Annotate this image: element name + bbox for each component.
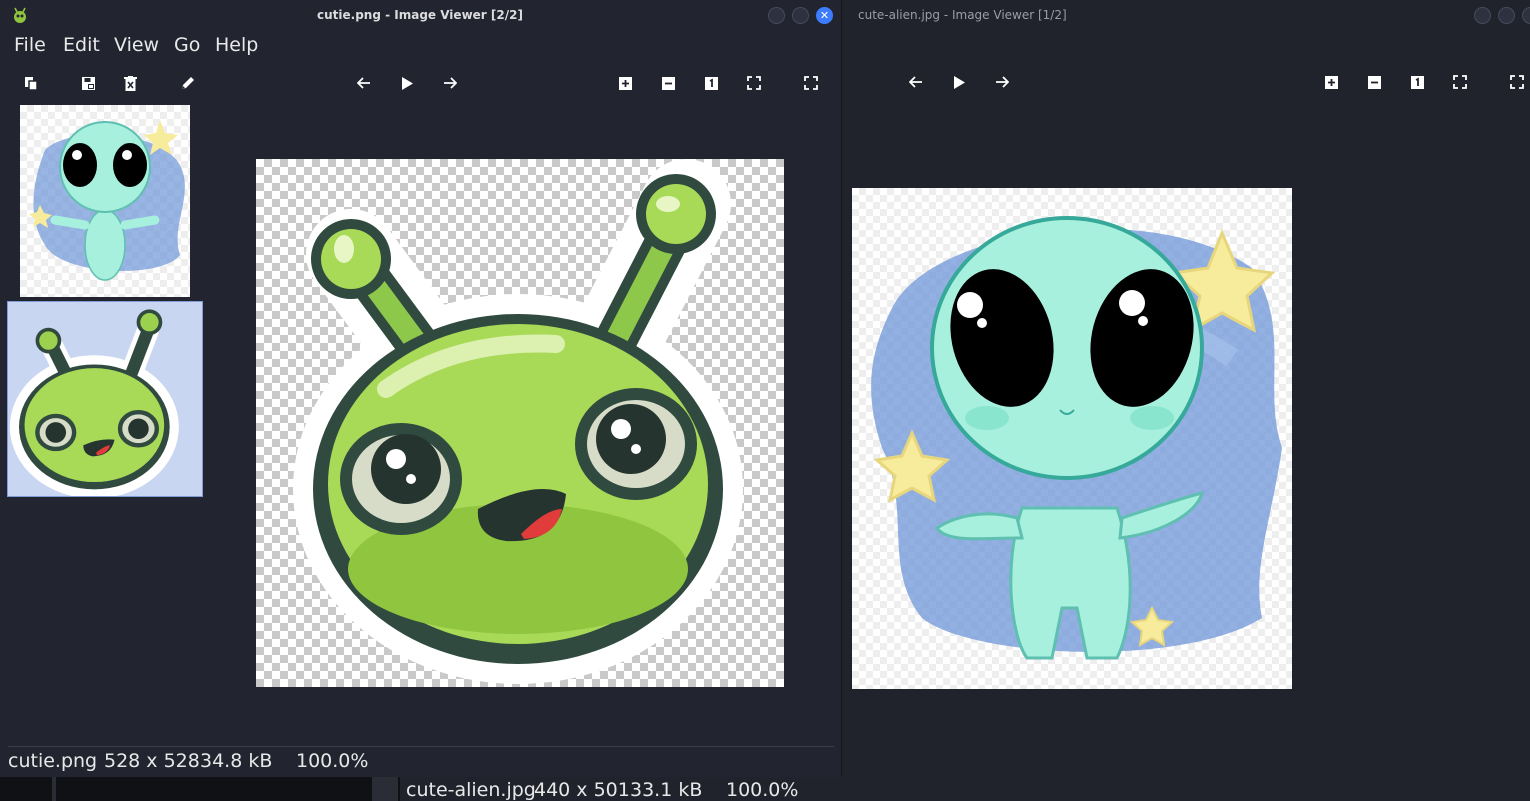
close-button[interactable]: ✕ <box>816 7 833 24</box>
minimize-button[interactable] <box>768 7 785 24</box>
zoom-out-icon[interactable] <box>1363 71 1385 93</box>
status-size: 34.8 kB <box>200 750 273 772</box>
cyan-alien-thumbnail-image <box>29 120 185 281</box>
taskbar-divider <box>372 777 398 801</box>
image-viewer-window-cutie: cutie.png - Image Viewer [2/2] ✕ File Ed… <box>0 0 842 778</box>
thumbnail-cutie-selected[interactable] <box>7 301 203 497</box>
zoom-100-icon[interactable] <box>1406 71 1428 93</box>
zoom-fit-icon[interactable] <box>743 72 765 94</box>
status-divider <box>8 746 834 747</box>
next-icon[interactable] <box>439 72 461 94</box>
fullscreen-icon[interactable] <box>1506 71 1528 93</box>
play-icon[interactable] <box>948 71 970 93</box>
close-icon: ✕ <box>819 9 830 22</box>
status-dimensions: 528 x 528 <box>104 750 200 772</box>
prev-icon[interactable] <box>905 71 927 93</box>
next-icon[interactable] <box>991 71 1013 93</box>
save-icon[interactable] <box>77 72 99 94</box>
main-image-canvas[interactable] <box>852 188 1292 689</box>
cyan-alien-image <box>871 216 1282 660</box>
zoom-in-icon[interactable] <box>614 72 636 94</box>
menu-go[interactable]: Go <box>174 34 200 56</box>
status-filename: cutie.png <box>8 750 98 772</box>
window-title: cute-alien.jpg - Image Viewer [1/2] <box>858 8 1067 22</box>
menu-view[interactable]: View <box>114 34 159 56</box>
thumbnail-cute-alien[interactable] <box>20 105 190 297</box>
status-zoom: 100.0% <box>296 750 369 772</box>
minimize-button[interactable] <box>1474 7 1491 24</box>
maximize-button[interactable] <box>1498 7 1515 24</box>
zoom-out-icon[interactable] <box>657 72 679 94</box>
status-zoom-2: 100.0% <box>726 779 799 801</box>
status-size-2: 33.1 kB <box>630 779 703 801</box>
menu-help[interactable]: Help <box>215 34 258 56</box>
zoom-in-icon[interactable] <box>1320 71 1342 93</box>
main-image-canvas[interactable] <box>256 159 784 687</box>
maximize-button[interactable] <box>792 7 809 24</box>
app-icon <box>11 6 29 28</box>
title-bar[interactable]: cute-alien.jpg - Image Viewer [1/2] <box>843 0 1530 30</box>
zoom-fit-icon[interactable] <box>1449 71 1471 93</box>
delete-icon[interactable] <box>119 72 141 94</box>
title-bar[interactable]: cutie.png - Image Viewer [2/2] ✕ <box>0 0 841 30</box>
window-title: cutie.png - Image Viewer [2/2] <box>317 8 523 22</box>
taskbar-divider <box>52 777 56 801</box>
copy-icon[interactable] <box>20 72 42 94</box>
image-viewer-window-cute-alien: cute-alien.jpg - Image Viewer [1/2] <box>843 0 1530 801</box>
zoom-100-icon[interactable] <box>700 72 722 94</box>
menu-file[interactable]: File <box>14 34 46 56</box>
status-filename-2: cute-alien.jpg <box>406 779 536 801</box>
edit-icon[interactable] <box>176 72 198 94</box>
green-alien-thumbnail-image <box>9 309 179 496</box>
fullscreen-icon[interactable] <box>800 72 822 94</box>
close-button[interactable] <box>1522 7 1530 24</box>
green-alien-image <box>293 159 743 684</box>
window2-status-strip: cute-alien.jpg 440 x 501 33.1 kB 100.0% <box>400 777 843 801</box>
prev-icon[interactable] <box>353 72 375 94</box>
menu-edit[interactable]: Edit <box>63 34 100 56</box>
status-dimensions-2: 440 x 501 <box>534 779 630 801</box>
play-icon[interactable] <box>396 72 418 94</box>
